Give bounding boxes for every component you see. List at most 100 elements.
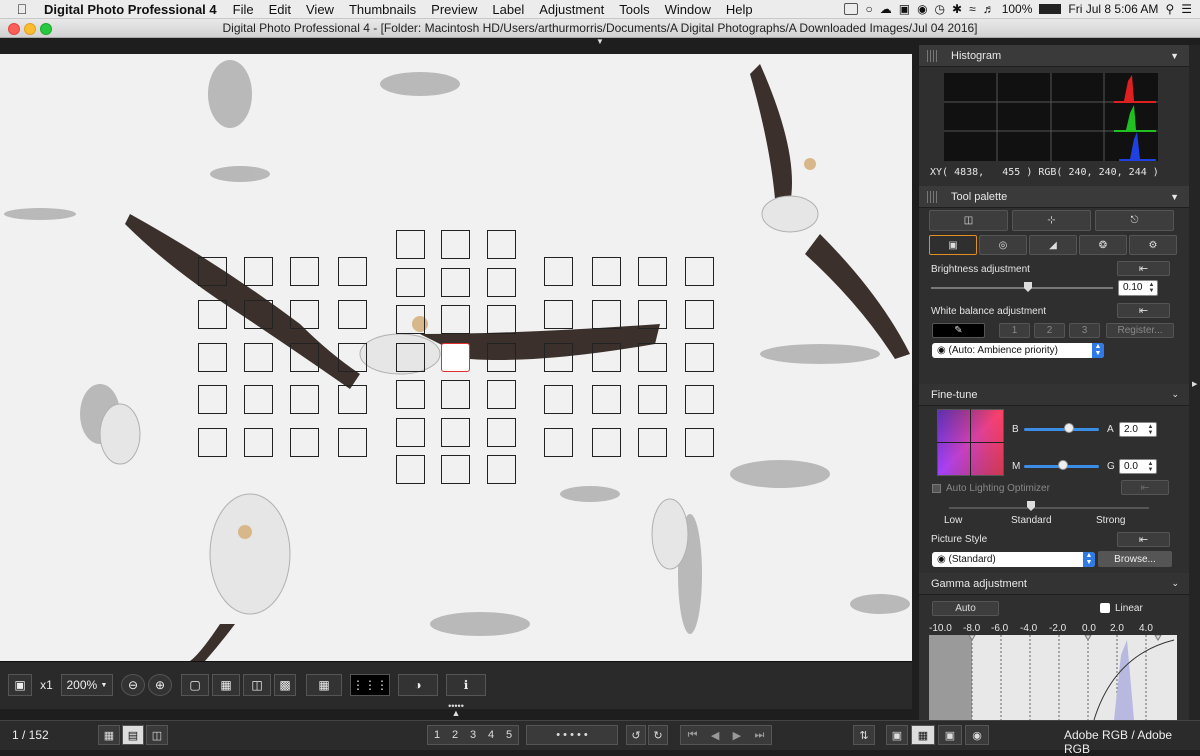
double-chevron-icon[interactable]: ⌄ (1171, 389, 1179, 400)
tab-settings[interactable]: ⚙ (1129, 235, 1177, 255)
rotate-left-button[interactable]: ↺ (626, 725, 646, 745)
rating-5[interactable]: 5 (506, 729, 512, 741)
brightness-field[interactable]: 0.10 ▲ ▼ (1118, 280, 1158, 296)
af-display-button[interactable]: ⋮⋮⋮ (350, 674, 390, 696)
list-view-button[interactable]: ◫ (146, 725, 168, 745)
minimize-window-button[interactable] (24, 23, 36, 35)
browse-button[interactable]: Browse... (1098, 551, 1172, 567)
highlight-warning-button[interactable]: ▩ (274, 674, 296, 696)
color-check-button[interactable]: ◑ (398, 674, 438, 696)
brightness-slider[interactable] (931, 287, 1113, 289)
af-point-toggle-button[interactable]: ▢ (181, 674, 209, 696)
battery-icon[interactable] (1039, 4, 1062, 14)
wb-slot-3[interactable]: 3 (1069, 323, 1100, 338)
collapse-icon[interactable]: ▼ (1170, 192, 1179, 202)
alo-knob[interactable] (1027, 501, 1035, 511)
linear-checkbox[interactable] (1100, 603, 1110, 613)
rating-4[interactable]: 4 (488, 729, 494, 741)
status-dots-icon[interactable]: ○ (865, 2, 872, 16)
b-knob[interactable] (1064, 423, 1074, 433)
image-edit-button[interactable]: ▦ (911, 725, 935, 745)
bluetooth-icon[interactable]: ✱ (952, 2, 962, 16)
notification-icon[interactable]: ☰ (1181, 2, 1192, 16)
menu-label[interactable]: Label (492, 2, 524, 17)
a-field[interactable]: 2.0 ▲ ▼ (1119, 422, 1157, 437)
double-chevron-icon[interactable]: ⌄ (1171, 578, 1179, 589)
app-menu[interactable]: Digital Photo Professional 4 (44, 2, 217, 17)
rating-2[interactable]: 2 (452, 729, 458, 741)
grid-lines-button[interactable]: ▦ (306, 674, 342, 696)
finetune-header[interactable]: Fine-tune ⌄ (919, 384, 1189, 406)
spotlight-icon[interactable]: ⚲ (1165, 2, 1174, 16)
info-button[interactable]: ℹ (446, 674, 486, 696)
stamp-button[interactable]: ▣ (938, 725, 962, 745)
zoom-level-select[interactable]: 200% ▼ (61, 674, 113, 696)
alo-slider[interactable] (949, 507, 1149, 509)
alo-reset-button[interactable]: ⇤ (1121, 480, 1169, 495)
b-slider[interactable] (1024, 428, 1099, 431)
brightness-knob[interactable] (1024, 282, 1032, 292)
status-c-icon[interactable] (844, 3, 859, 15)
picture-style-reset-button[interactable]: ⇤ (1117, 532, 1170, 547)
tab-tone[interactable]: ◢ (1029, 235, 1077, 255)
zoom-multiplier[interactable]: x1 (34, 674, 59, 696)
expand-handle-icon[interactable]: ••••• ▲ (447, 702, 465, 718)
stepper-icon[interactable]: ▲ ▼ (1147, 424, 1154, 436)
menu-window[interactable]: Window (665, 2, 711, 17)
alo-checkbox[interactable] (932, 484, 941, 493)
wb-reset-button[interactable]: ⇤ (1117, 303, 1170, 318)
cloud-icon[interactable]: ☁ (880, 2, 892, 16)
picture-style-select[interactable]: ◉ (Standard) ▲ ▼ (932, 552, 1095, 567)
tool-palette-header[interactable]: Tool palette ▼ (919, 186, 1189, 208)
zoom-in-button[interactable]: ⊕ (148, 674, 172, 696)
menu-thumbnails[interactable]: Thumbnails (349, 2, 416, 17)
label-dots[interactable]: • • • • • (526, 725, 618, 745)
histogram-header[interactable]: Histogram ▼ (919, 45, 1189, 67)
volume-icon[interactable]: ♬ (983, 2, 995, 16)
menu-view[interactable]: View (306, 2, 334, 17)
m-knob[interactable] (1058, 460, 1068, 470)
battery-percent[interactable]: 100% (1002, 2, 1033, 16)
thumbnail-view-button[interactable]: ▦ (98, 725, 120, 745)
close-window-button[interactable] (8, 23, 20, 35)
zoom-window-button[interactable] (40, 23, 52, 35)
clock[interactable]: Fri Jul 8 5:06 AM (1068, 2, 1158, 16)
fit-screen-button[interactable]: ▣ (8, 674, 32, 696)
compare-button[interactable]: ◫ (243, 674, 271, 696)
circle-icon[interactable]: ◉ (917, 2, 927, 16)
gamma-auto-button[interactable]: Auto (932, 601, 999, 616)
image-viewer[interactable] (0, 54, 912, 661)
navigation-buttons[interactable]: ⏮ ◀ ▶ ⏭ (680, 725, 772, 745)
gamma-header[interactable]: Gamma adjustment ⌄ (919, 573, 1189, 595)
sort-button[interactable]: ⇅ (853, 725, 875, 745)
tab-lens[interactable]: ◎ (979, 235, 1027, 255)
wb-slot-1[interactable]: 1 (999, 323, 1030, 338)
menu-file[interactable]: File (233, 2, 254, 17)
menu-help[interactable]: Help (726, 2, 753, 17)
timemachine-icon[interactable]: ◷ (935, 2, 945, 16)
tab-basic[interactable]: ▣ (929, 235, 977, 255)
crop-tool-button[interactable]: ⊹ (1012, 210, 1091, 231)
palette-edit-button[interactable]: ▣ (886, 725, 908, 745)
camera-button[interactable]: ◉ (965, 725, 989, 745)
stepper-icon[interactable]: ▲ ▼ (1148, 282, 1155, 294)
wb-slot-2[interactable]: 2 (1034, 323, 1065, 338)
gamma-graph[interactable] (929, 635, 1177, 720)
wifi-icon[interactable]: ≈ (969, 2, 976, 16)
panel-edge[interactable]: ▶ (1189, 45, 1200, 720)
wb-eyedropper-button[interactable]: ✎ (932, 323, 985, 338)
menu-adjustment[interactable]: Adjustment (539, 2, 604, 17)
menu-tools[interactable]: Tools (619, 2, 649, 17)
grid-overlay-button[interactable]: ▦ (212, 674, 240, 696)
stepper-icon[interactable]: ▲ ▼ (1147, 461, 1154, 473)
collapse-top-arrow-icon[interactable]: ▼ (596, 38, 604, 46)
rating-3[interactable]: 3 (470, 729, 476, 741)
wb-mode-select[interactable]: ◉ (Auto: Ambience priority) ▲ ▼ (932, 343, 1104, 358)
tool-adjust-button[interactable]: ◫ (929, 210, 1008, 231)
edit-view-button[interactable]: ▤ (122, 725, 144, 745)
menu-edit[interactable]: Edit (269, 2, 291, 17)
wb-register-button[interactable]: Register... (1106, 323, 1174, 338)
brightness-reset-button[interactable]: ⇤ (1117, 261, 1170, 276)
rotate-right-button[interactable]: ↻ (648, 725, 668, 745)
collapse-icon[interactable]: ▼ (1170, 51, 1179, 61)
